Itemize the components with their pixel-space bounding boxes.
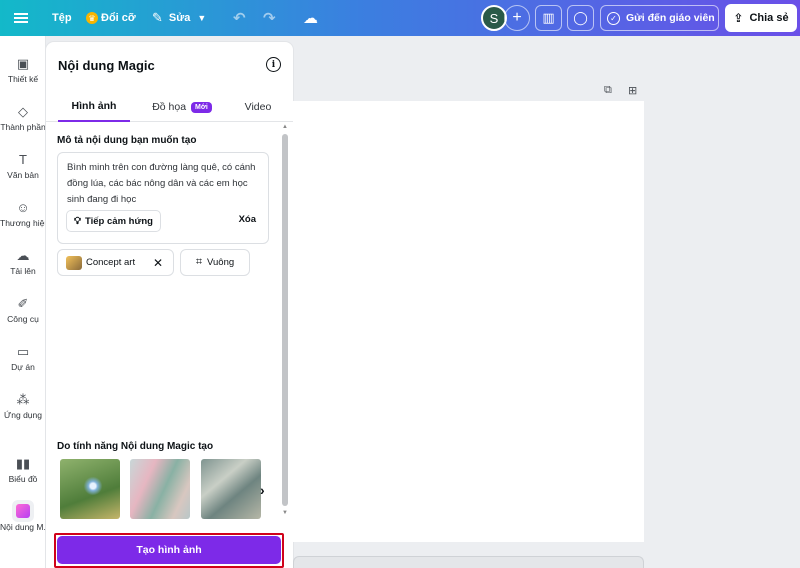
design-canvas-page[interactable]: [293, 101, 644, 542]
page-strip[interactable]: [293, 556, 644, 568]
scrollbar-thumb[interactable]: [282, 134, 288, 506]
pencil-icon: ✎: [152, 10, 163, 25]
chevron-down-icon: ▼: [197, 13, 207, 23]
file-menu-button[interactable]: Tệp: [52, 0, 72, 36]
brand-icon: ☺: [16, 200, 30, 215]
sidebar-item-tools[interactable]: ✐ Công cụ: [0, 292, 45, 340]
top-toolbar: Tệp ♛ Đổi cỡ ✎ Sửa ▼ ↶ ↷ ☁ S + ▥ ◯ ✓ Gửi…: [0, 0, 800, 36]
sidebar-item-projects[interactable]: ▭ Dự án: [0, 340, 45, 388]
share-upload-icon: ⇪: [733, 11, 744, 25]
send-to-teacher-button[interactable]: ✓ Gửi đến giáo viên: [600, 5, 719, 31]
redo-icon[interactable]: ↷: [263, 0, 276, 36]
draw-icon: ✐: [17, 296, 29, 311]
sidebar-item-charts[interactable]: ▮▮ Biểu đồ: [0, 452, 45, 500]
gallery-image[interactable]: [201, 459, 261, 519]
sidebar-item-label: Tải lên: [10, 266, 36, 276]
sidebar-item-uploads[interactable]: ☁ Tải lên: [0, 244, 45, 292]
prompt-label: Mô tả nội dung bạn muốn tạo: [57, 135, 197, 146]
aspect-ratio-label: Vuông: [207, 257, 235, 268]
left-sidebar: ▣ Thiết kế ◇ Thành phần T Văn bản ☺ Thươ…: [0, 36, 46, 568]
media-tabs: Hình ảnh Đồ họa Mới Video: [46, 92, 293, 122]
sidebar-item-brand[interactable]: ☺ Thương hiệu: [0, 196, 46, 244]
sidebar-item-label: Nội dung M...: [0, 522, 46, 532]
magic-media-panel: Nội dung Magic i Hình ảnh Đồ họa Mới Vid…: [46, 42, 293, 568]
tab-video[interactable]: Video: [230, 92, 286, 122]
gallery-image[interactable]: [130, 459, 190, 519]
magic-media-icon: [12, 500, 34, 522]
comment-icon: ◯: [573, 10, 588, 25]
style-thumbnail: [66, 255, 82, 270]
scroll-down-icon[interactable]: ▼: [281, 510, 289, 516]
duplicate-page-icon[interactable]: ⧉: [604, 84, 612, 97]
tab-graphics-label: Đồ họa: [152, 101, 187, 113]
sidebar-item-label: Dự án: [11, 362, 35, 372]
layout-icon: ▣: [16, 56, 30, 71]
crop-icon: ⌗: [195, 256, 203, 268]
new-badge: Mới: [191, 101, 212, 113]
inspire-label: Tiếp cảm hứng: [85, 215, 153, 227]
cloud-saved-icon[interactable]: ☁: [303, 0, 318, 36]
scroll-up-icon[interactable]: ▲: [281, 124, 289, 130]
add-page-icon[interactable]: ⊞: [628, 84, 637, 97]
close-icon[interactable]: ✕: [153, 256, 163, 270]
resize-button[interactable]: ♛ Đổi cỡ: [86, 0, 136, 36]
edit-menu-button[interactable]: ✎ Sửa ▼: [152, 0, 206, 36]
gallery-label: Do tính năng Nội dung Magic tạo: [57, 441, 214, 452]
info-icon[interactable]: i: [266, 57, 281, 72]
chevron-right-icon[interactable]: ›: [260, 482, 265, 498]
crown-icon: ♛: [86, 12, 98, 24]
undo-icon[interactable]: ↶: [233, 0, 246, 36]
sidebar-item-label: Ứng dụng: [4, 410, 42, 420]
share-label: Chia sẻ: [749, 12, 789, 24]
sidebar-item-design[interactable]: ▣ Thiết kế: [0, 52, 45, 100]
share-button[interactable]: ⇪ Chia sẻ: [725, 4, 797, 32]
sidebar-item-elements[interactable]: ◇ Thành phần: [0, 100, 46, 148]
tab-graphics[interactable]: Đồ họa Mới: [142, 92, 222, 122]
sidebar-item-label: Thành phần: [0, 122, 46, 132]
hamburger-menu-icon[interactable]: [14, 0, 30, 36]
text-icon: T: [19, 152, 27, 167]
panel-title: Nội dung Magic: [58, 58, 155, 73]
panel-scrollbar[interactable]: ▲ ▼: [281, 124, 289, 520]
prompt-input[interactable]: Bình minh trên con đường làng quê, có cá…: [57, 152, 269, 244]
sidebar-item-text[interactable]: T Văn bản: [0, 148, 45, 196]
comments-button[interactable]: ◯: [567, 5, 594, 31]
elements-icon: ◇: [18, 104, 28, 119]
style-chip[interactable]: Concept art ✕: [57, 249, 174, 276]
sidebar-item-magic-media[interactable]: Nội dung M...: [0, 500, 46, 548]
sidebar-item-label: Công cụ: [7, 314, 39, 324]
sidebar-item-label: Biểu đồ: [8, 474, 38, 484]
style-chip-label: Concept art: [86, 257, 136, 268]
apps-icon: ⁂: [16, 392, 30, 407]
clear-button[interactable]: Xóa: [239, 214, 256, 225]
check-circle-icon: ✓: [607, 11, 620, 25]
insights-button[interactable]: ▥: [535, 5, 562, 31]
folder-icon: ▭: [16, 344, 30, 359]
generate-image-button[interactable]: Tạo hình ảnh: [57, 536, 281, 564]
tab-images[interactable]: Hình ảnh: [58, 92, 130, 122]
sidebar-item-label: Thiết kế: [7, 74, 39, 84]
add-collaborator-button[interactable]: +: [504, 5, 530, 31]
sidebar-item-label: Văn bản: [7, 170, 39, 180]
aspect-ratio-chip[interactable]: ⌗ Vuông: [180, 249, 250, 276]
send-label: Gửi đến giáo viên: [626, 12, 715, 24]
edit-label: Sửa: [168, 12, 191, 24]
chart-icon: ▮▮: [15, 456, 31, 471]
plus-icon: +: [512, 9, 522, 26]
sidebar-item-label: Thương hiệu: [0, 218, 46, 228]
gallery-image[interactable]: [60, 459, 120, 519]
resize-label: Đổi cỡ: [101, 12, 136, 24]
upload-icon: ☁: [16, 248, 30, 263]
inspire-me-button[interactable]: 💡︎ Tiếp cảm hứng: [66, 210, 161, 232]
prompt-text[interactable]: Bình minh trên con đường làng quê, có cá…: [67, 160, 263, 208]
bar-chart-icon: ▥: [542, 10, 555, 25]
sidebar-item-apps[interactable]: ⁂ Ứng dụng: [0, 388, 45, 436]
lightbulb-icon: 💡︎: [74, 215, 81, 227]
